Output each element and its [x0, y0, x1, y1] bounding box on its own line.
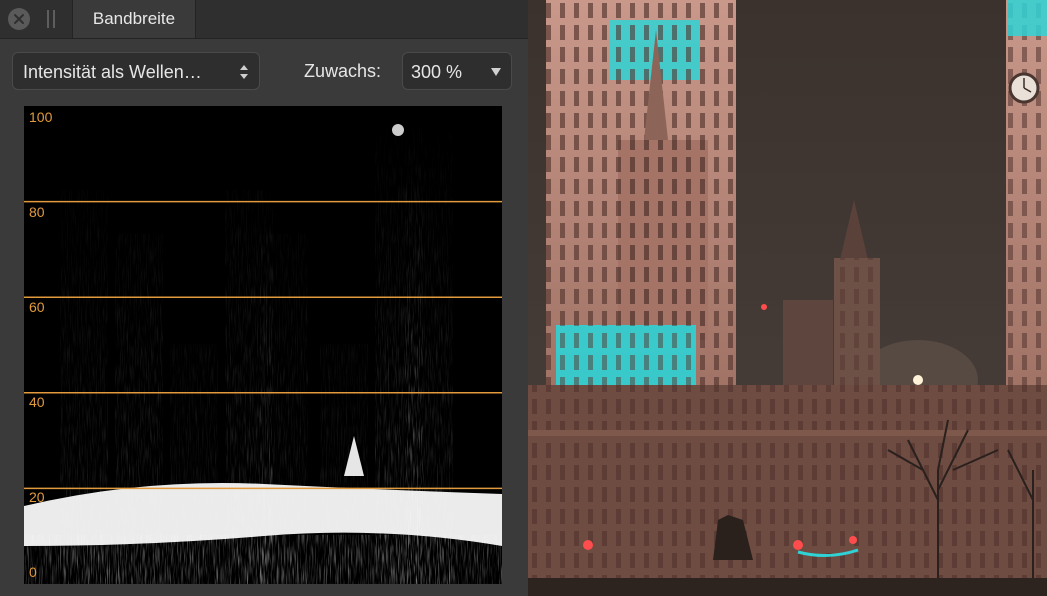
- waveform-panel: Bandbreite Intensität als Wellen… Zuwach…: [0, 0, 528, 596]
- gain-select[interactable]: 300 %: [402, 52, 512, 90]
- up-down-arrows-icon: [240, 65, 248, 79]
- display-mode-select[interactable]: Intensität als Wellen…: [12, 52, 260, 90]
- waveform-peak: [392, 124, 404, 136]
- close-icon: [14, 14, 24, 24]
- waveform-graph: [24, 124, 502, 584]
- scale-label-100: 100: [29, 109, 53, 125]
- scope-controls: Intensität als Wellen… Zuwachs: 300 %: [0, 38, 528, 100]
- scale-label-20: 20: [29, 489, 45, 505]
- gain-value: 300 %: [411, 62, 463, 82]
- scale-label-40: 40: [29, 394, 45, 410]
- panel-tabbar: Bandbreite: [0, 0, 528, 39]
- westminster-photo: [528, 0, 1047, 596]
- tab-bandbreite[interactable]: Bandbreite: [72, 0, 196, 38]
- waveform-scope: 100 80 60 40 20 0: [24, 106, 502, 584]
- chevron-down-icon: [491, 68, 501, 76]
- scale-label-80: 80: [29, 204, 45, 220]
- waveform-streak: [264, 266, 304, 584]
- scale-label-60: 60: [29, 299, 45, 315]
- drag-grip-icon[interactable]: [47, 10, 55, 28]
- close-panel-button[interactable]: [8, 8, 30, 30]
- scale-label-0: 0: [29, 564, 37, 580]
- preview-photo: [528, 0, 1047, 596]
- gain-label: Zuwachs:: [304, 61, 382, 81]
- display-mode-value: Intensität als Wellen…: [23, 62, 202, 82]
